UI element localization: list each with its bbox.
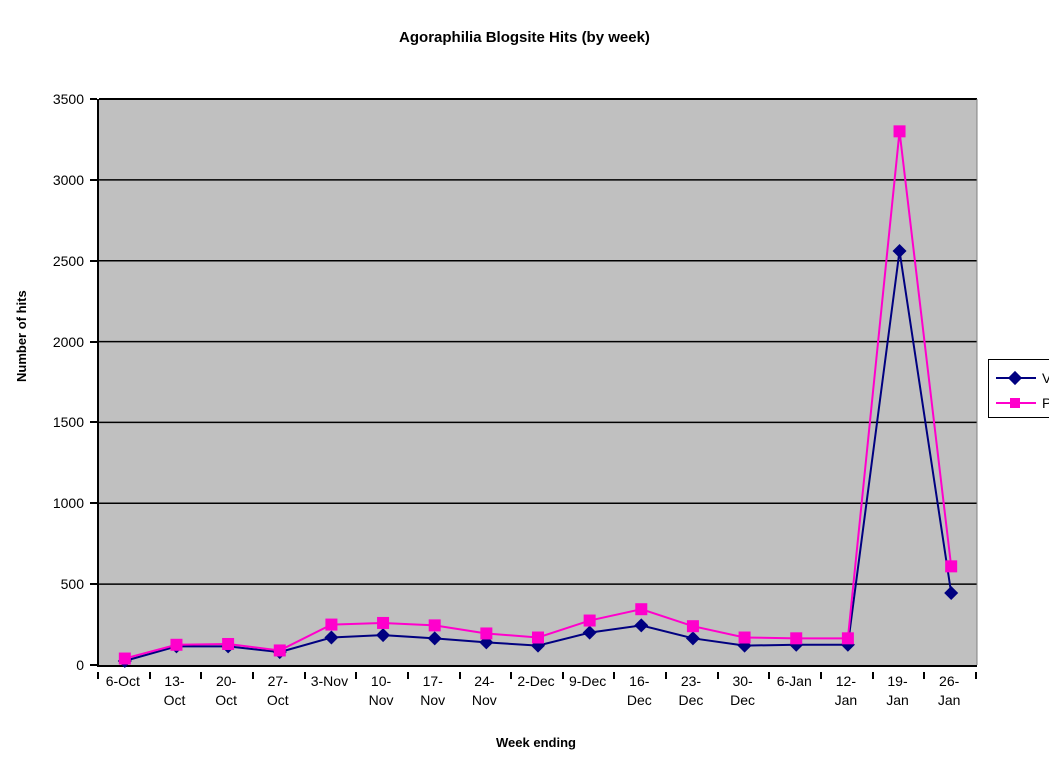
y-tick-label: 3000 [52, 171, 84, 188]
data-point-marker [944, 586, 959, 601]
legend-item-2: Page views [989, 390, 1049, 416]
x-tick-mark [665, 672, 668, 679]
data-point-marker [635, 603, 648, 616]
data-point-marker [273, 644, 286, 657]
y-tick-mark [90, 178, 97, 181]
chart-title: Agoraphilia Blogsite Hits (by week) [399, 29, 650, 46]
data-point-marker [841, 632, 854, 645]
data-point-marker [427, 631, 442, 646]
x-tick-label: 16- Dec [626, 673, 652, 708]
data-point-marker [118, 652, 131, 665]
y-tick-label: 3500 [52, 91, 84, 107]
x-tick-mark [406, 672, 409, 679]
data-point-marker [324, 630, 339, 645]
y-tick-mark [90, 664, 97, 666]
y-tick-mark [90, 502, 97, 505]
legend-swatch [996, 370, 1036, 386]
y-tick-mark [90, 340, 97, 343]
series-layer [117, 125, 959, 668]
x-tick-label: 13- Oct [163, 673, 186, 708]
x-tick-label: 9-Dec [568, 673, 607, 689]
x-tick-mark [923, 672, 926, 679]
x-axis-title: Week ending [496, 735, 576, 750]
x-tick-mark [613, 672, 616, 679]
x-tick-mark [716, 672, 719, 679]
data-point-marker [222, 637, 235, 650]
series-1 [117, 244, 959, 668]
y-tick-mark [90, 259, 97, 262]
data-point-marker [377, 616, 390, 629]
y-tick-label: 1000 [52, 495, 84, 512]
x-tick-mark [355, 672, 358, 679]
data-point-marker [583, 614, 596, 627]
x-tick-label: 12- Jan [834, 673, 858, 708]
legend: Visits Page views [988, 359, 1049, 418]
x-tick-label: 17- Nov [420, 673, 446, 708]
legend-label: Page views [1042, 395, 1049, 411]
x-tick-label: 23- Dec [678, 673, 704, 708]
y-tick-label: 0 [76, 657, 84, 673]
x-tick-mark [975, 672, 977, 679]
data-point-marker [480, 627, 493, 640]
data-point-marker [325, 618, 338, 631]
data-point-marker [893, 125, 906, 138]
x-tick-label: 6-Oct [105, 673, 140, 689]
data-point-marker [376, 628, 391, 643]
x-tick-mark [510, 672, 513, 679]
x-tick-label: 10- Nov [368, 673, 394, 708]
series-line [124, 250, 953, 662]
y-axis-title: Number of hits [14, 290, 29, 382]
y-tick-label: 2500 [52, 252, 84, 269]
x-tick-mark [303, 672, 306, 679]
x-tick-mark [251, 672, 254, 679]
legend-item-1: Visits [989, 365, 1049, 391]
data-point-marker [685, 631, 700, 646]
data-point-marker [945, 560, 958, 573]
x-tick-label: 3-Nov [310, 673, 349, 689]
chart-container: Agoraphilia Blogsite Hits (by week) 0 500… [0, 0, 1049, 777]
x-tick-label: 2-Dec [517, 673, 555, 689]
series-2 [118, 125, 958, 665]
x-tick-label: 27- Oct [266, 673, 289, 708]
x-tick-mark [561, 672, 564, 679]
x-tick-mark [820, 672, 823, 679]
x-axis: 6-Oct 13- Oct 20- Oct 27- Oct 3-Nov 10- Nov 17- Nov… [97, 672, 977, 730]
data-point-marker [170, 638, 183, 651]
x-tick-mark [148, 672, 151, 679]
x-tick-label: 24- Nov [471, 673, 497, 708]
y-tick-mark [90, 583, 97, 586]
x-tick-mark [97, 672, 99, 679]
legend-marker-square [1010, 398, 1020, 408]
series-line [124, 131, 953, 660]
data-point-marker [686, 620, 699, 633]
x-tick-label: 26- Jan [937, 673, 961, 708]
data-point-marker [532, 631, 544, 644]
data-point-marker [582, 625, 597, 640]
x-tick-label: 19- Jan [886, 673, 909, 708]
y-tick-mark [90, 98, 97, 100]
legend-marker-diamond [1007, 370, 1023, 386]
data-point-marker [634, 618, 649, 633]
y-tick-mark [90, 421, 97, 424]
data-point-marker [738, 631, 751, 644]
x-tick-mark [458, 672, 461, 679]
plot-area [97, 98, 978, 668]
y-tick-label: 500 [60, 576, 84, 593]
data-point-marker [892, 244, 907, 259]
x-tick-mark [768, 672, 771, 679]
legend-swatch [996, 396, 1036, 410]
x-tick-mark [871, 672, 874, 679]
x-tick-label: 20- Oct [215, 673, 237, 708]
x-tick-mark [200, 672, 203, 679]
data-point-marker [428, 619, 441, 632]
y-tick-label: 2000 [52, 333, 84, 350]
x-tick-label: 30- Dec [730, 673, 756, 708]
data-point-marker [790, 632, 803, 645]
y-tick-label: 1500 [52, 414, 84, 431]
legend-label: Visits [1042, 370, 1049, 386]
x-tick-label: 6-Jan [776, 673, 812, 689]
